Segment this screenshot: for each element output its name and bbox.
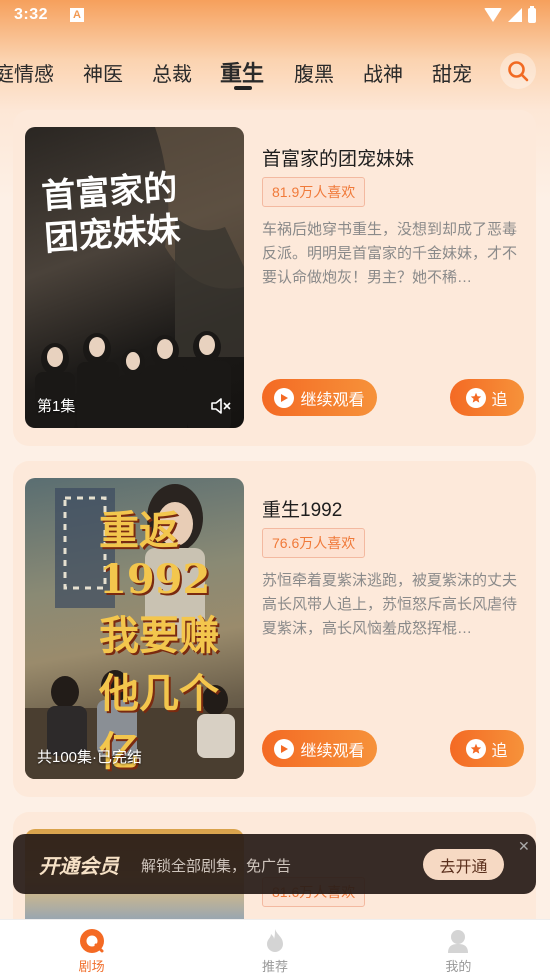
continue-watching-label: 继续观看 — [300, 391, 365, 409]
drama-card[interactable]: 重返1992 我要赚他几个亿 共100集·已完结 重生1992 76.6万人喜欢… — [13, 461, 536, 797]
play-icon — [274, 387, 295, 408]
nav-recommend-label: 推荐 — [261, 959, 288, 974]
mute-icon[interactable] — [210, 396, 232, 416]
tab-family-emotion[interactable]: 庭情感 — [0, 58, 54, 87]
likes-badge: 76.6万人喜欢 — [262, 528, 366, 558]
nav-recommend[interactable]: 推荐 — [183, 920, 366, 979]
drama-title[interactable]: 重生1992 — [262, 495, 342, 522]
nav-theater[interactable]: 剧场 — [0, 920, 183, 979]
status-bar: 3:32 A — [0, 0, 550, 30]
drama-description: 车祸后她穿书重生，没想到却成了恶毒反派。明明是首富家的千金妹妹，才不要认命做炮灰… — [262, 221, 518, 286]
poster-title-art: 首富家的团宠妹妹 — [40, 167, 182, 260]
tab-rebirth[interactable]: 重生 — [220, 56, 264, 88]
signal-icon — [508, 8, 522, 22]
vip-title: 开通会员 — [39, 854, 119, 878]
drama-description: 苏恒牵着夏紫沫逃跑，被夏紫沫的丈夫高长风带人追上，苏恒怒斥高长风虐待夏紫沫，高长… — [262, 572, 518, 637]
vip-description: 解锁全部剧集，免广告 — [141, 858, 292, 875]
drama-poster[interactable]: 首富家的团宠妹妹 第1集 — [25, 127, 244, 428]
activate-vip-button[interactable]: 去开通 — [423, 849, 504, 880]
drama-poster[interactable]: 重返1992 我要赚他几个亿 共100集·已完结 — [25, 478, 244, 779]
episode-label: 共100集·已完结 — [37, 749, 143, 766]
status-time: 3:32 — [14, 6, 49, 23]
battery-icon — [528, 5, 536, 23]
poster-title-art: 重返1992 我要赚他几个亿 — [99, 507, 219, 775]
nav-profile-label: 我的 — [445, 959, 472, 974]
likes-badge: 81.9万人喜欢 — [262, 177, 366, 207]
notification-icon: A — [70, 8, 85, 22]
continue-watching-button[interactable]: 继续观看 — [262, 379, 377, 416]
tab-doctor[interactable]: 神医 — [83, 58, 123, 87]
drama-title[interactable]: 首富家的团宠妹妹 — [262, 144, 414, 171]
status-indicators — [484, 5, 536, 23]
episode-label: 第1集 — [37, 398, 76, 415]
tab-war-god[interactable]: 战神 — [363, 58, 403, 87]
tab-ceo[interactable]: 总裁 — [152, 58, 192, 87]
wifi-icon — [484, 8, 502, 22]
profile-icon — [448, 930, 469, 953]
star-icon — [466, 387, 487, 408]
close-icon[interactable]: ✕ — [518, 838, 530, 855]
search-button[interactable] — [500, 53, 536, 89]
tab-scheming[interactable]: 腹黑 — [294, 58, 334, 87]
flame-icon — [266, 929, 283, 952]
active-tab-indicator — [234, 86, 252, 90]
continue-watching-button[interactable]: 继续观看 — [262, 730, 377, 767]
theater-icon — [79, 929, 104, 953]
nav-theater-label: 剧场 — [78, 959, 105, 974]
follow-button[interactable]: 追 — [450, 730, 524, 767]
star-icon — [466, 738, 487, 759]
drama-card[interactable]: 首富家的团宠妹妹 第1集 首富家的团宠妹妹 81.9万人喜欢 车祸后她穿书重生，… — [13, 110, 536, 446]
play-icon — [274, 738, 295, 759]
nav-profile[interactable]: 我的 — [367, 920, 550, 979]
continue-watching-label: 继续观看 — [300, 742, 365, 760]
follow-button[interactable]: 追 — [450, 379, 524, 416]
search-icon — [508, 61, 529, 82]
follow-label: 追 — [491, 391, 508, 409]
category-tabs: 庭情感 神医 总裁 重生 腹黑 战神 甜宠 — [0, 50, 550, 94]
bottom-nav: 剧场 推荐 我的 — [0, 919, 550, 979]
vip-promo-banner[interactable]: 开通会员 解锁全部剧集，免广告 去开通 ✕ — [13, 834, 536, 894]
follow-label: 追 — [491, 742, 508, 760]
tab-sweet-romance[interactable]: 甜宠 — [432, 58, 472, 87]
